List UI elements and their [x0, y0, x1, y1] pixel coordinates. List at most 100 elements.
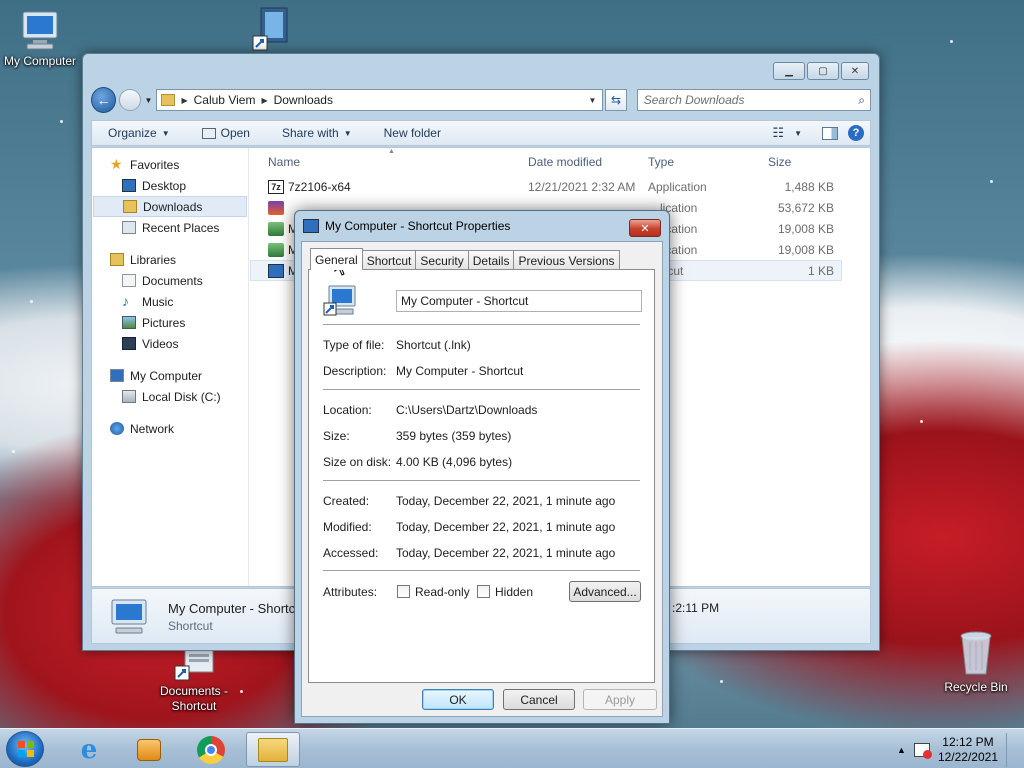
column-name[interactable]: Name — [268, 155, 300, 169]
dialog-close-button[interactable]: ✕ — [629, 219, 661, 237]
nav-recent-places[interactable]: Recent Places — [92, 217, 248, 238]
nav-label: Videos — [142, 336, 179, 351]
tab-shortcut[interactable]: Shortcut — [361, 250, 417, 270]
nav-downloads[interactable]: Downloads — [93, 196, 247, 217]
cancel-button[interactable]: Cancel — [503, 689, 575, 710]
attributes-label: Attributes: — [323, 585, 378, 599]
recycle-bin-icon — [958, 630, 994, 678]
tab-details[interactable]: Details — [467, 250, 515, 270]
file-size: 1 KB — [807, 263, 834, 278]
back-button[interactable]: ← — [91, 87, 117, 113]
tab-security[interactable]: Security — [415, 250, 469, 270]
show-desktop-button[interactable] — [1006, 733, 1016, 767]
desktop-icon-my-computer[interactable]: My Computer — [0, 8, 80, 68]
nav-libraries[interactable]: Libraries — [92, 249, 248, 270]
size-label: Size: — [323, 429, 350, 443]
file-row[interactable]: 7z 7z2106-x64 12/21/2021 2:32 AM Applica… — [250, 176, 870, 197]
firefox-setup-icon — [268, 200, 284, 215]
open-button[interactable]: Open — [186, 126, 266, 140]
help-icon[interactable]: ? — [848, 125, 864, 141]
taskbar-explorer[interactable] — [246, 732, 300, 767]
tab-previous-versions[interactable]: Previous Versions — [513, 250, 620, 270]
accessed-value: Today, December 22, 2021, 1 minute ago — [396, 546, 616, 560]
preview-pane-icon[interactable] — [822, 126, 838, 140]
modified-value: Today, December 22, 2021, 1 minute ago — [396, 520, 616, 534]
start-button[interactable] — [6, 731, 44, 767]
hidden-checkbox[interactable]: Hidden — [477, 585, 533, 599]
address-dropdown-icon[interactable]: ▼ — [588, 96, 602, 105]
created-value: Today, December 22, 2021, 1 minute ago — [396, 494, 616, 508]
taskbar-internet-explorer[interactable]: e — [62, 732, 116, 767]
minimize-button[interactable]: ▁ — [773, 62, 805, 80]
search-icon[interactable]: ⌕ — [858, 93, 870, 108]
readonly-checkbox[interactable]: Read-only — [397, 585, 470, 599]
desktop-icon-documents-shortcut[interactable]: Documents - Shortcut — [152, 648, 236, 714]
organize-menu[interactable]: Organize ▼ — [92, 126, 186, 140]
close-icon: ✕ — [640, 222, 650, 235]
dialog-title: My Computer - Shortcut Properties — [325, 219, 511, 233]
search-placeholder: Search Downloads — [643, 93, 745, 107]
nav-music[interactable]: ♪ Music — [92, 291, 248, 312]
nav-label: Desktop — [142, 178, 187, 193]
chevron-down-icon[interactable]: ▼ — [794, 129, 802, 138]
refresh-button[interactable]: ⇆ — [605, 89, 627, 111]
view-options-icon[interactable]: ☷ — [772, 125, 784, 141]
checkbox-box[interactable] — [477, 585, 490, 598]
dialog-titlebar: My Computer - Shortcut Properties — [303, 219, 510, 233]
new-folder-button[interactable]: New folder — [368, 126, 457, 140]
advanced-button[interactable]: Advanced... — [569, 581, 641, 602]
address-bar[interactable]: ▶ Calub Viem ▶ Downloads ▼ — [156, 89, 604, 111]
taskbar-media-player[interactable] — [122, 732, 176, 767]
nav-my-computer[interactable]: My Computer — [92, 365, 248, 386]
sort-up-icon: ▲ — [388, 148, 395, 155]
ok-button[interactable]: OK — [422, 689, 494, 710]
nav-videos[interactable]: Videos — [92, 333, 248, 354]
nav-documents[interactable]: Documents — [92, 270, 248, 291]
taskbar-chrome[interactable] — [184, 732, 238, 767]
network-status-icon[interactable] — [913, 743, 932, 759]
nav-local-disk[interactable]: Local Disk (C:) — [92, 386, 248, 407]
desktop-icon-video-shortcut[interactable] — [248, 6, 298, 54]
forward-button[interactable] — [119, 89, 141, 111]
column-date-modified[interactable]: Date modified — [528, 155, 602, 169]
nav-pictures[interactable]: Pictures — [92, 312, 248, 333]
recent-pages-dropdown[interactable]: ▼ — [145, 96, 153, 105]
nav-label: My Computer — [130, 368, 203, 383]
snowflake — [920, 420, 923, 423]
divider — [323, 324, 640, 325]
search-input[interactable]: Search Downloads ⌕ — [636, 89, 871, 111]
close-button[interactable]: ✕ — [841, 62, 869, 80]
shortcut-large-icon — [323, 284, 357, 318]
column-type[interactable]: Type — [648, 155, 674, 169]
properties-dialog: My Computer - Shortcut Properties ✕ Gene… — [294, 210, 670, 724]
videos-icon — [122, 337, 136, 350]
shortcut-name-input[interactable]: My Computer - Shortcut — [396, 290, 642, 312]
maximize-button[interactable]: ▢ — [807, 62, 839, 80]
chevron-right-icon[interactable]: ▶ — [261, 96, 267, 105]
modified-label: Modified: — [323, 520, 372, 534]
installer-icon — [268, 242, 284, 257]
details-subtitle: Shortcut — [168, 619, 213, 633]
chevron-right-icon[interactable]: ▶ — [181, 96, 187, 105]
nav-desktop[interactable]: Desktop — [92, 175, 248, 196]
column-size[interactable]: Size — [768, 155, 791, 169]
snowflake — [720, 680, 723, 683]
clock[interactable]: 12:12 PM 12/22/2021 — [938, 735, 998, 765]
nav-label: Music — [142, 294, 174, 309]
system-tray: ▲ 12:12 PM 12/22/2021 — [897, 733, 1016, 767]
computer-icon — [110, 369, 124, 382]
apply-button[interactable]: Apply — [583, 689, 657, 710]
share-with-menu[interactable]: Share with ▼ — [266, 126, 368, 140]
nav-network[interactable]: Network — [92, 418, 248, 439]
location-label: Location: — [323, 403, 372, 417]
tab-general[interactable]: General — [310, 248, 363, 270]
taskbar: e ▲ 12:12 PM 12/22/2021 — [0, 728, 1024, 768]
desktop-icon-recycle-bin[interactable]: Recycle Bin — [938, 630, 1014, 694]
breadcrumb-item[interactable]: Calub Viem — [194, 93, 256, 107]
checkbox-box[interactable] — [397, 585, 410, 598]
nav-favorites[interactable]: ★ Favorites — [92, 154, 248, 175]
organize-label: Organize — [108, 126, 157, 140]
show-hidden-icons-button[interactable]: ▲ — [897, 745, 906, 755]
breadcrumb-item[interactable]: Downloads — [274, 93, 333, 107]
snowflake — [60, 120, 63, 123]
